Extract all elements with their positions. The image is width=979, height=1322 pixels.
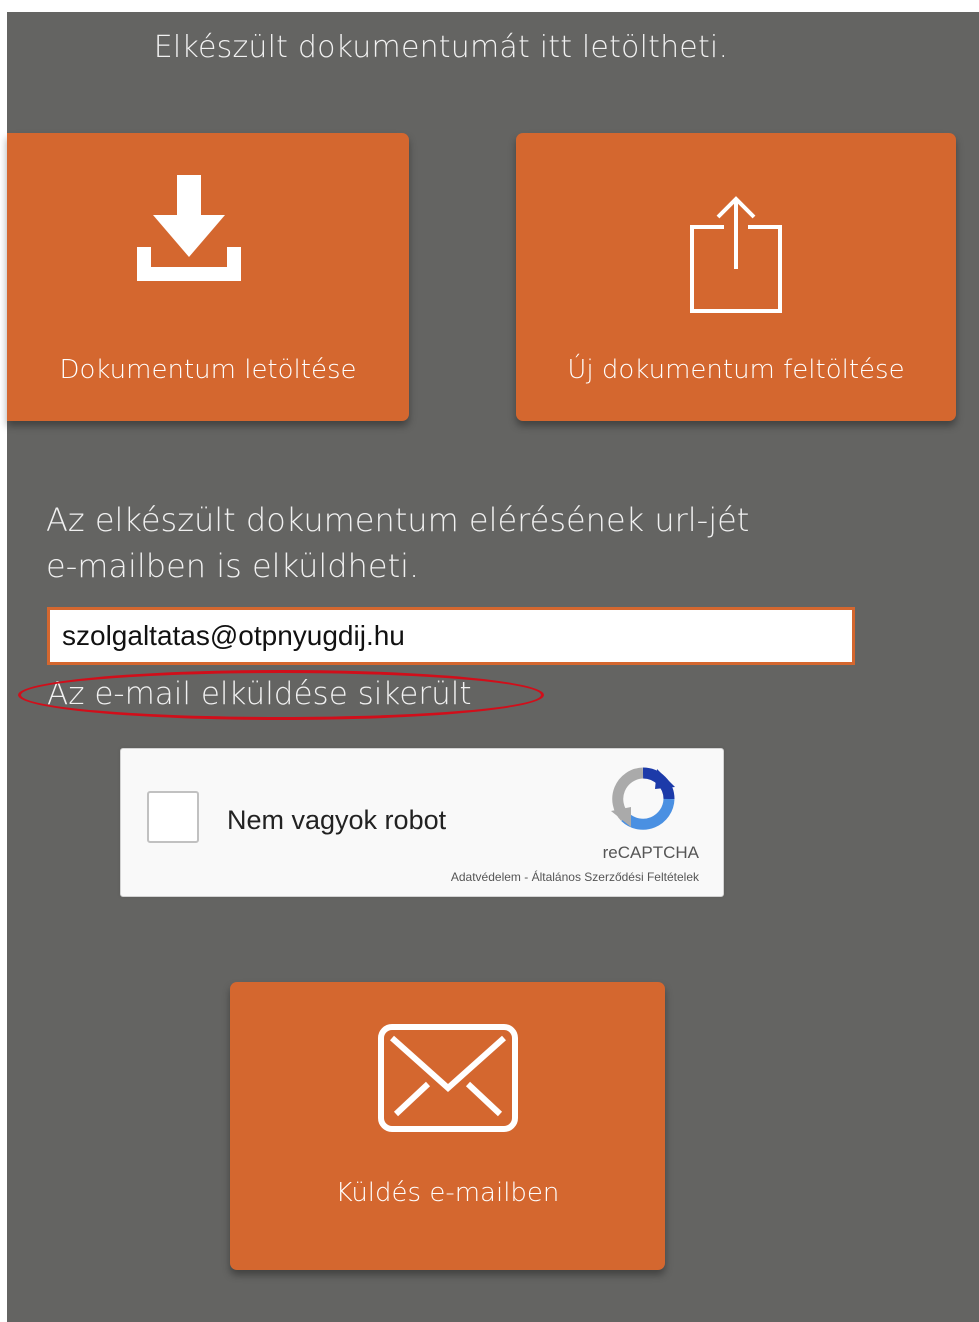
recaptcha-terms-link[interactable]: Általános Szerződési Feltételek [532, 870, 699, 884]
upload-document-button[interactable]: Új dokumentum feltöltése [516, 133, 956, 421]
recaptcha-label: Nem vagyok robot [227, 805, 447, 835]
page-heading: Elkészült dokumentumát itt letöltheti. [153, 30, 729, 65]
envelope-icon [378, 1024, 518, 1136]
send-email-button[interactable]: Küldés e-mailben [230, 982, 665, 1270]
email-info-line-1: Az elkészült dokumentum elérésének url-j… [46, 501, 750, 539]
upload-document-label: Új dokumentum feltöltése [567, 355, 905, 385]
recaptcha-widget: Nem vagyok robot reCAPTCHA Adatvédelem -… [120, 748, 724, 897]
highlight-ellipse [18, 670, 544, 720]
recaptcha-links: Adatvédelem - Általános Szerződési Felté… [451, 870, 699, 884]
email-info-text: Az elkészült dokumentum elérésének url-j… [46, 497, 806, 589]
download-document-button[interactable]: Dokumentum letöltése [7, 133, 409, 421]
email-input[interactable] [47, 607, 855, 665]
recaptcha-brand: reCAPTCHA [602, 843, 699, 862]
recaptcha-checkbox[interactable] [147, 791, 199, 843]
download-icon [137, 175, 241, 287]
recaptcha-logo-icon [611, 767, 675, 836]
recaptcha-privacy-link[interactable]: Adatvédelem [451, 870, 521, 884]
email-info-line-2: e-mailben is elküldheti. [46, 547, 420, 585]
send-email-label: Küldés e-mailben [335, 1178, 560, 1208]
upload-icon [688, 195, 786, 319]
download-document-label: Dokumentum letöltése [59, 355, 357, 385]
recaptcha-link-separator: - [520, 870, 532, 884]
